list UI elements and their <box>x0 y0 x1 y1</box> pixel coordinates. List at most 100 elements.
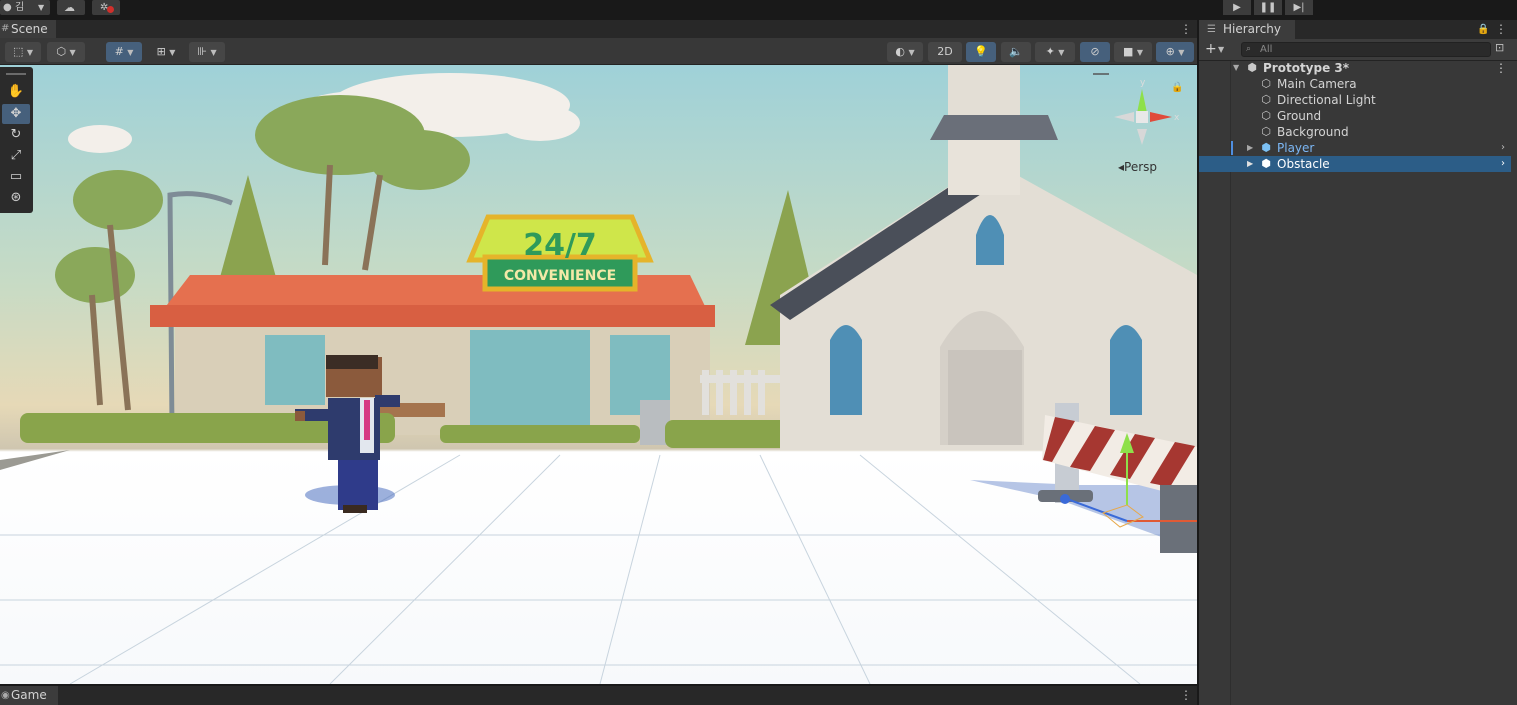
scene-name: Prototype 3* <box>1263 61 1350 75</box>
fence <box>700 370 780 415</box>
hand-icon: ✋ <box>7 84 25 99</box>
scene-render: 24/7 CONVENIENCE y x 🔒 <box>0 65 1197 684</box>
chevron-right-icon[interactable]: › <box>1501 140 1505 156</box>
grid-snap-toggle[interactable]: # ▼ <box>106 42 142 62</box>
more-options-icon[interactable]: ⋮ <box>1495 60 1507 76</box>
tab-game[interactable]: ◉ Game <box>0 686 58 705</box>
hierarchy-item[interactable]: ⬡ Background <box>1199 124 1511 140</box>
scale-icon: ⤢ <box>10 148 22 163</box>
rotate-icon: ↻ <box>10 127 22 142</box>
chevron-down-icon: ▼ <box>1178 48 1185 57</box>
tab-scene-label: Scene <box>11 22 48 36</box>
hierarchy-panel: ☰ Hierarchy 🔒 ⋮ + ▼ ⌕ All ⊡ ▼ ⬢ Prototyp… <box>1199 20 1517 705</box>
projection-label[interactable]: ◂Persp <box>1118 160 1157 174</box>
eye-slash-icon: ⊘ <box>1090 45 1100 58</box>
lighting-toggle[interactable]: 💡 <box>966 42 996 62</box>
hierarchy-item-player[interactable]: ▶ ⬢ Player › <box>1199 140 1511 156</box>
chevron-down-icon: ▼ <box>127 48 134 57</box>
hierarchy-item-obstacle[interactable]: ▶ ⬢ Obstacle › <box>1199 156 1511 172</box>
chevron-down-icon: ▼ <box>1136 48 1144 57</box>
gameobject-icon: ⬡ <box>1261 93 1271 106</box>
draw-mode-icon: ⬚ <box>12 45 24 58</box>
ruler-icon: ⊪ <box>197 45 207 58</box>
lock-icon[interactable]: 🔒 <box>1477 20 1489 39</box>
chevron-down-icon[interactable]: ▼ <box>1218 39 1224 60</box>
speaker-icon: 🔈 <box>1009 45 1023 58</box>
orientation-gizmo[interactable]: y x 🔒 <box>1114 78 1183 145</box>
draw-mode-dropdown[interactable]: ⬚ ▼ <box>5 42 41 62</box>
pause-button[interactable]: ❚❚ <box>1254 0 1282 15</box>
gameobject-icon: ⬡ <box>1261 77 1271 90</box>
transform-icon: ⊛ <box>10 190 22 205</box>
scene-toolbar: ⬚ ▼ ⬡ ▼ # ▼ ⊞ ▼ ⊪ ▼ ◐ ▼ 2D 💡 🔈 ✦ ▼ ⊘ ■ ▼… <box>0 38 1197 65</box>
mode-2d-toggle[interactable]: 2D <box>928 42 962 62</box>
axis-x-label: x <box>1174 113 1180 123</box>
render-mode-dropdown[interactable]: ◐ ▼ <box>887 42 923 62</box>
hierarchy-item[interactable]: ⬡ Ground <box>1199 108 1511 124</box>
hand-tool[interactable]: ✋ <box>2 82 30 102</box>
tab-game-label: Game <box>11 688 47 702</box>
ruler-dropdown[interactable]: ⊪ ▼ <box>189 42 225 62</box>
camera-settings-dropdown[interactable]: ■ ▼ <box>1114 42 1152 62</box>
scale-tool[interactable]: ⤢ <box>2 146 30 166</box>
step-icon: ▶| <box>1293 2 1305 13</box>
gameobject-icon: ⬡ <box>1261 109 1271 122</box>
move-tool[interactable]: ✥ <box>2 104 30 124</box>
search-input[interactable]: ⌕ All <box>1241 42 1491 57</box>
overlay-drag-handle[interactable] <box>6 73 26 75</box>
effects-dropdown[interactable]: ✦ ▼ <box>1035 42 1075 62</box>
account-dropdown[interactable]: ● 김 ▼ <box>0 0 50 15</box>
camera-icon: ■ <box>1122 45 1134 58</box>
hierarchy-toolbar: + ▼ ⌕ All ⊡ <box>1199 39 1517 61</box>
more-options-icon[interactable]: ⋮ <box>1180 686 1192 705</box>
axis-y-label: y <box>1140 78 1146 88</box>
chevron-right-icon[interactable]: › <box>1501 156 1505 172</box>
expand-arrow-icon[interactable]: ▶ <box>1247 156 1253 172</box>
gizmos-dropdown[interactable]: ⊕ ▼ <box>1156 42 1194 62</box>
modified-indicator <box>1231 141 1233 155</box>
play-button[interactable]: ▶ <box>1223 0 1251 15</box>
tab-scene[interactable]: # Scene <box>0 20 56 38</box>
hierarchy-item-label: Directional Light <box>1277 93 1376 107</box>
audio-toggle[interactable]: 🔈 <box>1001 42 1031 62</box>
increment-snap-dropdown[interactable]: ⊞ ▼ <box>148 42 184 62</box>
play-icon: ▶ <box>1233 2 1241 13</box>
rotate-tool[interactable]: ↻ <box>2 125 30 145</box>
scene-viewport[interactable]: 24/7 CONVENIENCE y x 🔒 ◂Persp <box>0 65 1197 684</box>
pause-icon: ❚❚ <box>1259 2 1277 13</box>
step-button[interactable]: ▶| <box>1285 0 1313 15</box>
scene-search-icon[interactable]: ⊡ <box>1495 41 1504 54</box>
store-door <box>470 330 590 430</box>
expand-arrow-icon[interactable]: ▶ <box>1247 140 1253 156</box>
chevron-down-icon: ▼ <box>908 48 915 57</box>
hierarchy-item[interactable]: ⬡ Main Camera <box>1199 76 1511 92</box>
tools-overlay: ✋ ✥ ↻ ⤢ ▭ ⊛ <box>0 67 33 213</box>
hierarchy-item-label: Obstacle <box>1277 157 1330 171</box>
hidden-objects-toggle[interactable]: ⊘ <box>1080 42 1110 62</box>
shading-mode-dropdown[interactable]: ⬡ ▼ <box>47 42 85 62</box>
hierarchy-item-label: Main Camera <box>1277 77 1357 91</box>
hierarchy-root-scene[interactable]: ▼ ⬢ Prototype 3* ⋮ <box>1199 60 1511 76</box>
effects-icon: ✦ <box>1045 45 1055 58</box>
search-placeholder: All <box>1260 44 1273 55</box>
lock-icon[interactable]: 🔒 <box>1171 81 1183 93</box>
rect-tool[interactable]: ▭ <box>2 167 30 187</box>
collab-button[interactable]: ✲ <box>92 0 120 15</box>
expand-arrow-icon[interactable]: ▼ <box>1233 60 1239 76</box>
gameobject-icon: ⬡ <box>1261 125 1271 138</box>
cloud-button[interactable]: ☁ <box>57 0 85 15</box>
plus-icon[interactable]: + <box>1205 39 1217 60</box>
rect-icon: ▭ <box>9 169 23 184</box>
transform-tool[interactable]: ⊛ <box>2 188 30 208</box>
cube-icon: ⬡ <box>56 45 66 58</box>
globe-icon: ⊕ <box>1165 45 1175 58</box>
tab-hierarchy-label: Hierarchy <box>1223 22 1282 36</box>
chevron-down-icon: ▼ <box>38 3 45 12</box>
top-toolbar: ● 김 ▼ ☁ ✲ ▶ ❚❚ ▶| <box>0 0 1517 17</box>
hierarchy-item[interactable]: ⬡ Directional Light <box>1199 92 1511 108</box>
more-options-icon[interactable]: ⋮ <box>1180 20 1192 38</box>
more-options-icon[interactable]: ⋮ <box>1495 20 1507 39</box>
sign-text-line2: CONVENIENCE <box>504 268 616 284</box>
chevron-down-icon: ▼ <box>169 48 176 57</box>
tab-hierarchy[interactable]: ☰ Hierarchy <box>1199 20 1295 39</box>
